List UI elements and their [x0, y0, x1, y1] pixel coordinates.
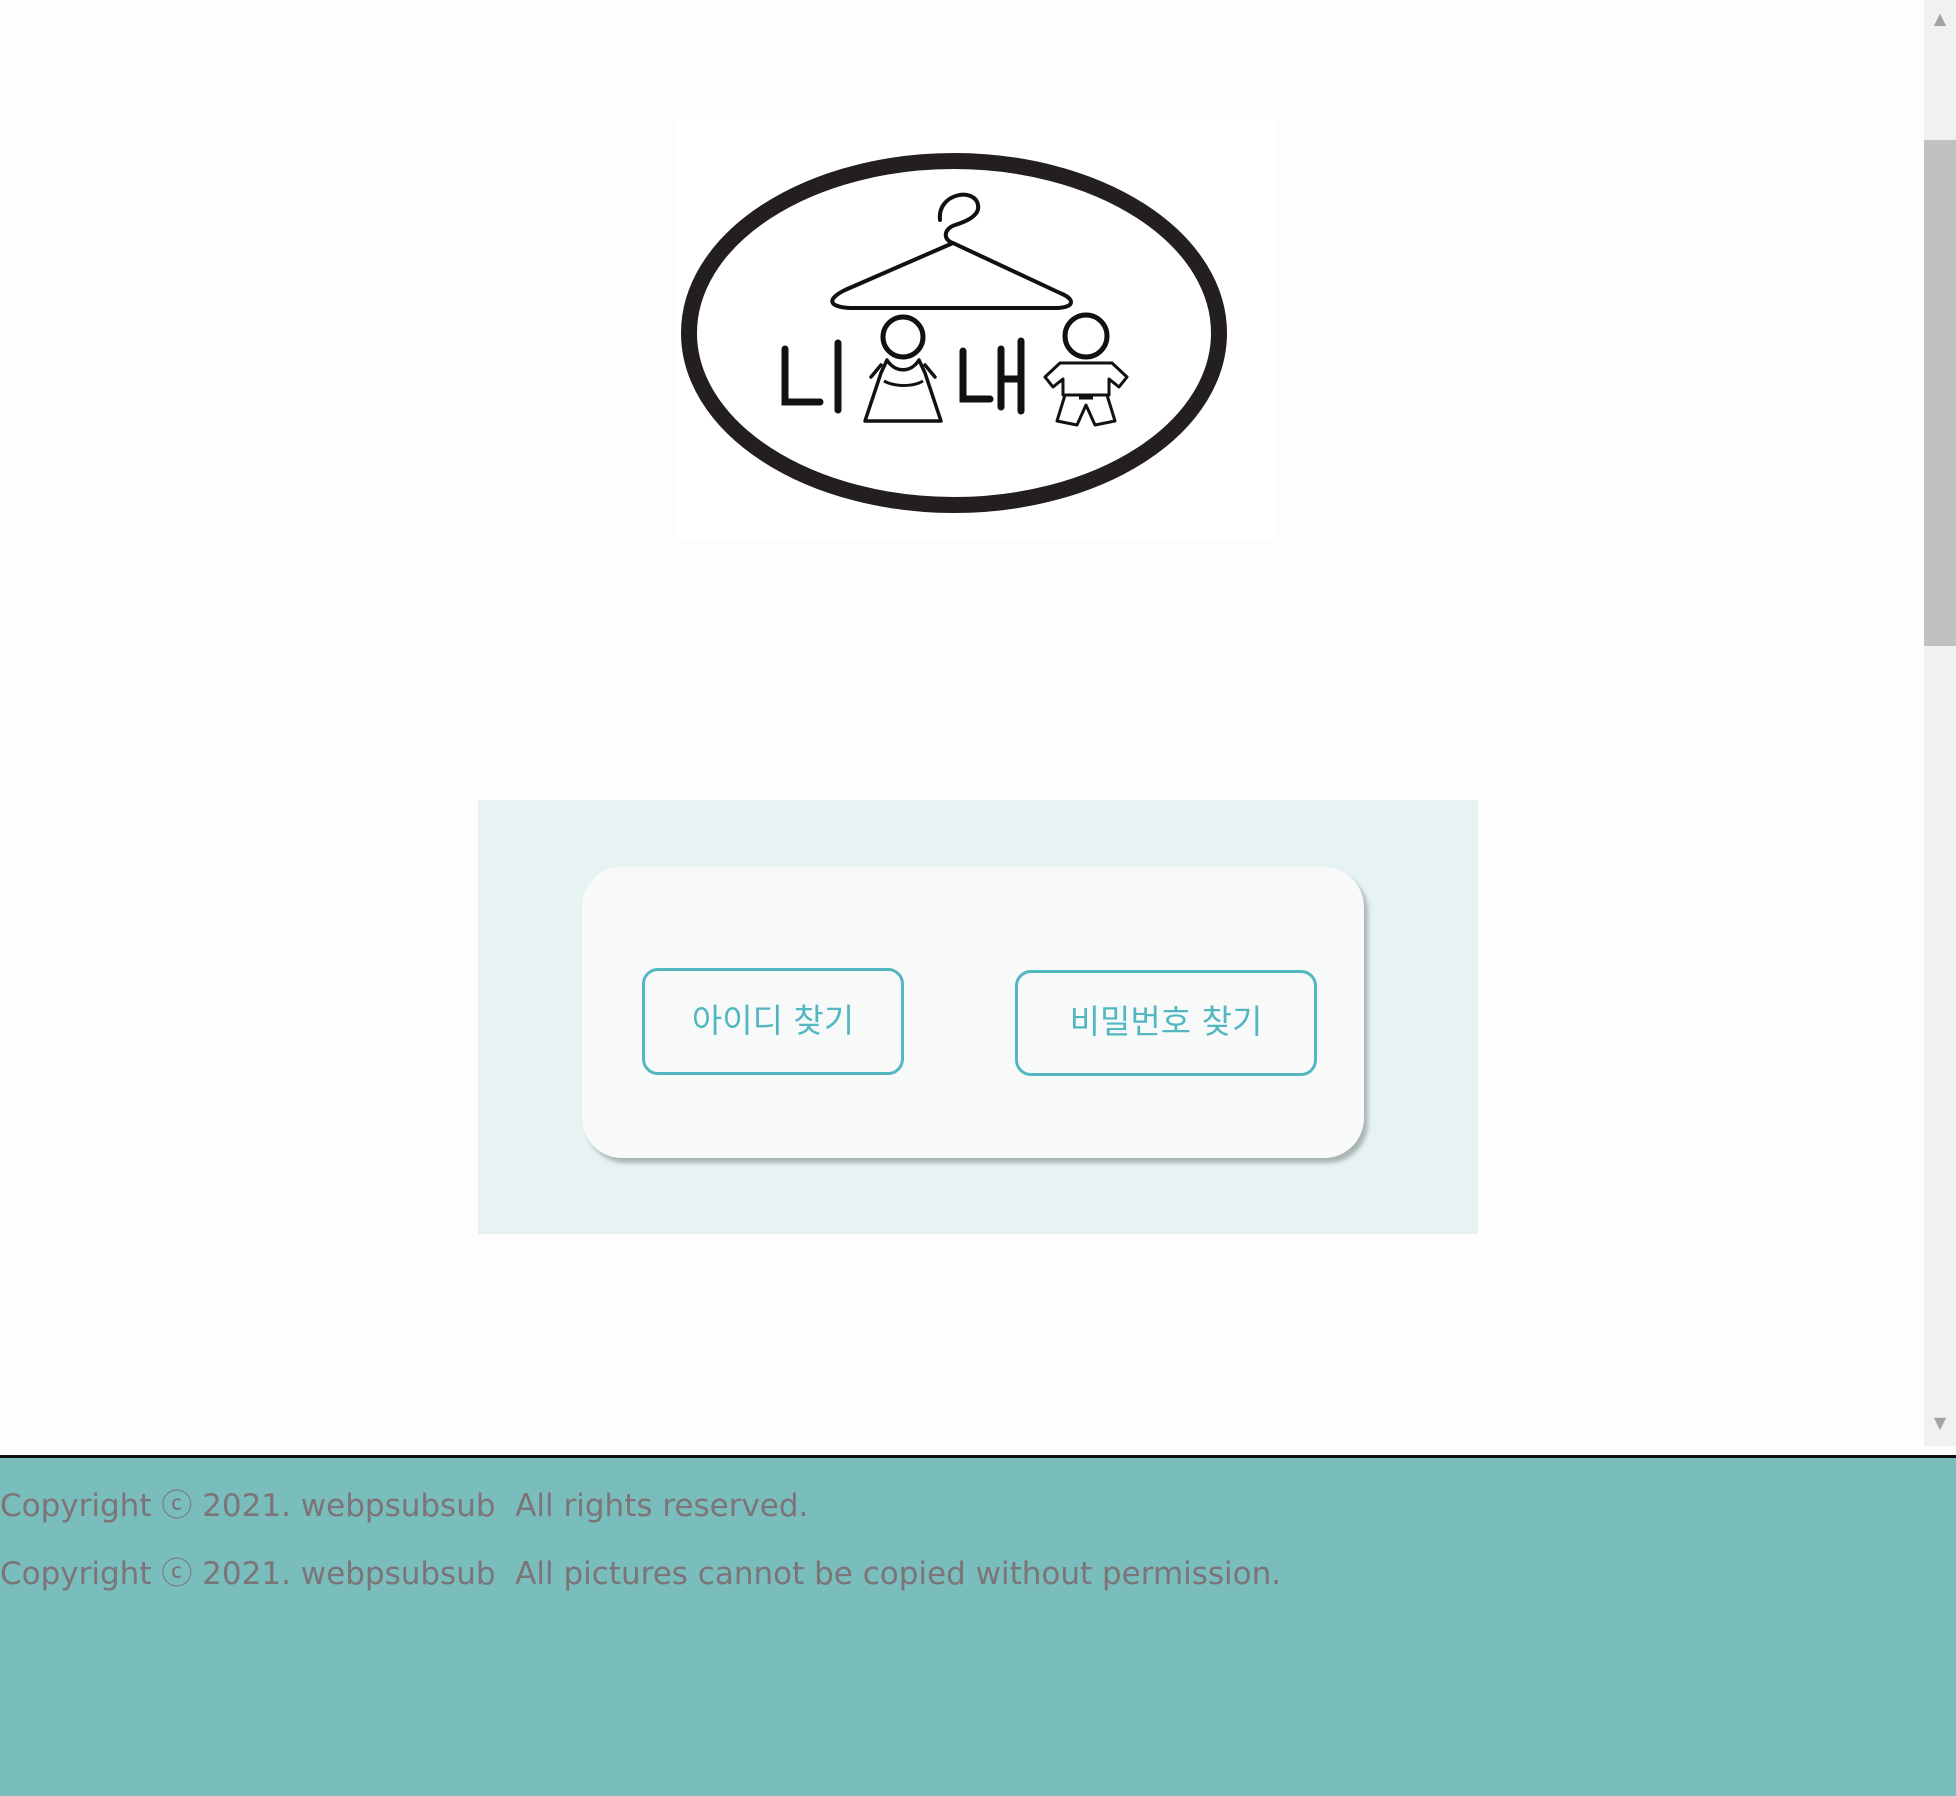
scroll-up-arrow-icon[interactable]: ▲	[1924, 2, 1956, 34]
vertical-scrollbar[interactable]: ▲ ▼	[1924, 0, 1956, 1446]
find-password-button[interactable]: 비밀번호 찾기	[1015, 970, 1317, 1076]
footer-copyright-pictures: Copyright ⓒ 2021. webpsubsub All picture…	[0, 1556, 1282, 1592]
find-account-card: 아이디 찾기 비밀번호 찾기	[582, 867, 1364, 1158]
footer-copyright-rights: Copyright ⓒ 2021. webpsubsub All rights …	[0, 1488, 809, 1524]
find-password-button-label: 비밀번호 찾기	[1069, 1002, 1263, 1041]
footer: Copyright ⓒ 2021. webpsubsub All rights …	[0, 1455, 1956, 1796]
find-id-button[interactable]: 아이디 찾기	[642, 968, 904, 1075]
site-logo[interactable]	[675, 115, 1275, 540]
scroll-down-arrow-icon[interactable]: ▼	[1924, 1406, 1956, 1438]
hanger-couple-logo-icon	[681, 153, 1227, 513]
scrollbar-thumb[interactable]	[1924, 140, 1956, 646]
find-account-panel: 아이디 찾기 비밀번호 찾기	[478, 800, 1478, 1234]
find-id-button-label: 아이디 찾기	[691, 1000, 855, 1040]
page-viewport: 아이디 찾기 비밀번호 찾기	[0, 0, 1924, 1456]
